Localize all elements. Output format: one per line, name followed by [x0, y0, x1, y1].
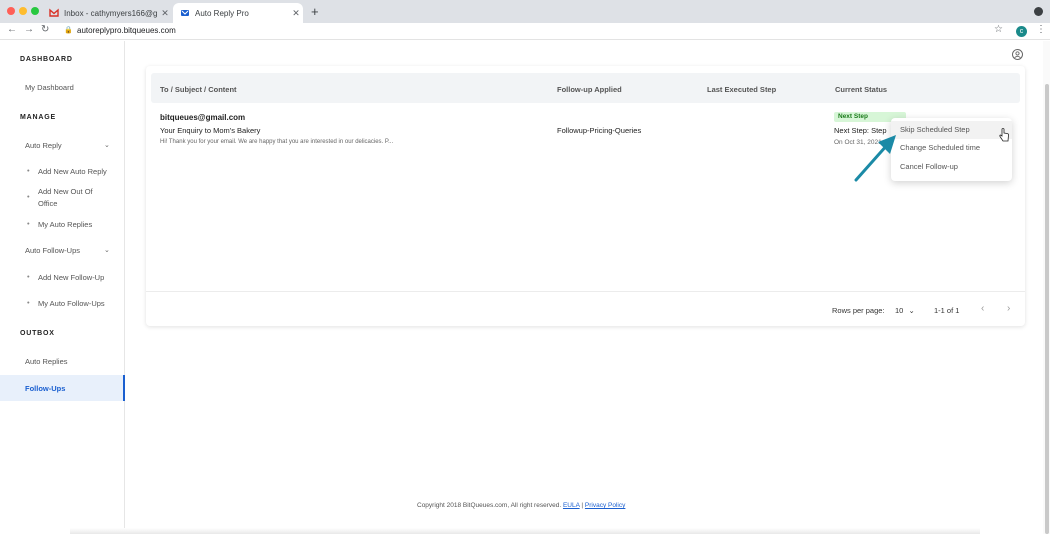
sidebar-item-my-auto-replies[interactable]: • My Auto Replies — [27, 219, 108, 231]
sidebar-item-label: My Auto Replies — [38, 220, 93, 229]
browser-account-avatar[interactable]: c — [1016, 26, 1027, 37]
column-header-to-subject-content: To / Subject / Content — [160, 85, 237, 94]
bullet-icon: • — [27, 219, 30, 228]
annotation-arrow-icon — [854, 135, 896, 182]
row-content-preview: Hi! Thank you for your email. We are hap… — [160, 139, 394, 145]
sidebar-item-add-new-follow-up[interactable]: • Add New Follow-Up — [27, 272, 108, 284]
scrollbar-thumb[interactable] — [1045, 84, 1049, 534]
privacy-policy-link[interactable]: Privacy Policy — [585, 502, 625, 509]
bullet-icon: • — [27, 192, 30, 201]
row-subject: Your Enquiry to Mom's Bakery — [160, 126, 261, 135]
sidebar-item-outbox-auto-replies[interactable]: Auto Replies — [25, 357, 68, 366]
rows-per-page-value: 10 — [895, 306, 904, 315]
row-email: bitqueues@gmail.com — [160, 113, 246, 122]
reload-icon[interactable]: ↻ — [41, 24, 49, 35]
sidebar-item-label: Add New Out Of Office — [38, 187, 93, 208]
table-header: To / Subject / Content Follow-up Applied… — [151, 73, 1020, 103]
sidebar-item-label: Add New Auto Reply — [38, 167, 107, 176]
address-bar[interactable]: autoreplypro.bitqueues.com — [77, 26, 176, 35]
new-tab-icon[interactable]: + — [311, 4, 319, 19]
auto-reply-pro-favicon — [180, 8, 190, 18]
tab-close-icon[interactable]: ✕ — [289, 8, 303, 19]
pagination-range: 1-1 of 1 — [934, 306, 960, 315]
browser-menu-icon[interactable] — [1034, 7, 1043, 16]
sidebar-item-label: My Auto Follow-Ups — [38, 299, 105, 308]
table-footer-divider — [146, 291, 1025, 292]
next-page-icon[interactable]: › — [1007, 303, 1010, 314]
menu-item-change-scheduled-time[interactable]: Change Scheduled time — [891, 139, 1012, 157]
section-heading-manage: MANAGE — [20, 114, 56, 121]
sidebar-item-auto-reply[interactable]: Auto Reply — [25, 141, 62, 150]
close-window-button[interactable] — [7, 7, 15, 15]
tab-title: Inbox - cathymyers166@gmail... — [64, 8, 158, 18]
rows-per-page-label: Rows per page: — [832, 306, 885, 315]
minimize-window-button[interactable] — [19, 7, 27, 15]
lock-icon: 🔒 — [64, 27, 73, 34]
status-actions-menu: Skip Scheduled Step Change Scheduled tim… — [891, 118, 1012, 181]
tab-close-icon[interactable]: ✕ — [158, 8, 172, 19]
sidebar-item-add-new-auto-reply[interactable]: • Add New Auto Reply — [27, 166, 108, 178]
bullet-icon: • — [27, 166, 30, 175]
tab-title: Auto Reply Pro — [195, 8, 249, 18]
footer-separator: | — [581, 502, 584, 509]
column-header-current-status: Current Status — [835, 85, 888, 94]
gmail-icon — [49, 8, 59, 18]
column-header-follow-up-applied: Follow-up Applied — [557, 85, 622, 94]
browser-more-icon[interactable]: ⋮ — [1036, 24, 1046, 35]
sidebar-item-auto-follow-ups[interactable]: Auto Follow-Ups — [25, 246, 80, 255]
sidebar: DASHBOARD My Dashboard MANAGE Auto Reply… — [0, 41, 125, 534]
tab-gmail-inbox[interactable]: Inbox - cathymyers166@gmail... ✕ — [44, 3, 172, 23]
section-heading-dashboard: DASHBOARD — [20, 56, 73, 63]
menu-item-skip-scheduled-step[interactable]: Skip Scheduled Step — [891, 121, 1012, 139]
sidebar-item-add-new-out-of-office[interactable]: • Add New Out Of Office — [27, 186, 104, 210]
copyright-text: Copyright 2018 BitQueues.com, All right … — [417, 502, 562, 509]
bullet-icon: • — [27, 272, 30, 281]
tab-auto-reply-pro[interactable]: Auto Reply Pro ✕ — [173, 3, 303, 23]
sidebar-item-follow-ups[interactable]: Follow-Ups — [0, 375, 125, 401]
section-heading-outbox: OUTBOX — [20, 330, 55, 337]
hand-cursor-icon — [999, 128, 1009, 142]
chevron-down-icon[interactable]: ⌄ — [104, 246, 110, 254]
browser-nav-bar: ← → ↻ 🔒 autoreplypro.bitqueues.com ☆ c ⋮ — [0, 23, 1050, 40]
eula-link[interactable]: EULA — [563, 502, 580, 509]
bottom-edge-shadow — [70, 528, 980, 534]
previous-page-icon[interactable]: ‹ — [981, 303, 984, 314]
bookmark-star-icon[interactable]: ☆ — [994, 24, 1003, 35]
row-follow-up-applied: Followup-Pricing-Queries — [557, 126, 642, 135]
browser-tab-bar: Inbox - cathymyers166@gmail... ✕ Auto Re… — [0, 0, 1050, 23]
page-footer: Copyright 2018 BitQueues.com, All right … — [417, 502, 625, 509]
column-header-last-executed-step: Last Executed Step — [707, 85, 777, 94]
sidebar-item-my-auto-follow-ups[interactable]: • My Auto Follow-Ups — [27, 298, 108, 310]
maximize-window-button[interactable] — [31, 7, 39, 15]
follow-ups-table-card: To / Subject / Content Follow-up Applied… — [146, 66, 1025, 326]
sidebar-item-my-dashboard[interactable]: My Dashboard — [25, 83, 74, 92]
chevron-down-icon: ⌄ — [908, 306, 915, 315]
chevron-down-icon[interactable]: ⌄ — [104, 141, 110, 149]
sidebar-item-label: Add New Follow-Up — [38, 273, 105, 282]
back-arrow-icon[interactable]: ← — [7, 24, 17, 35]
forward-arrow-icon[interactable]: → — [24, 24, 34, 35]
bullet-icon: • — [27, 298, 30, 307]
sidebar-item-label: Follow-Ups — [25, 384, 66, 393]
user-account-icon[interactable] — [1012, 49, 1023, 60]
rows-per-page-select[interactable]: 10 ⌄ — [895, 306, 915, 315]
menu-item-cancel-follow-up[interactable]: Cancel Follow-up — [891, 158, 1012, 176]
